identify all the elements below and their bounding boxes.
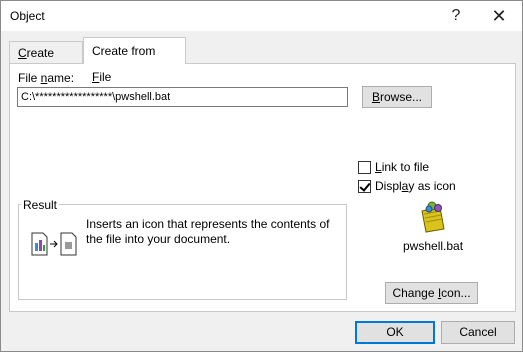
display-as-icon-label[interactable]: Display as icon xyxy=(375,179,456,193)
object-dialog: Object ? ✕ Create New Create from File F… xyxy=(0,0,523,352)
batch-file-icon xyxy=(418,201,448,236)
insert-as-icon-graphic-icon xyxy=(31,231,79,260)
link-to-file-label[interactable]: Link to file xyxy=(375,160,429,174)
display-as-icon-checkbox[interactable] xyxy=(358,180,371,193)
tab-create-new[interactable]: Create New xyxy=(9,41,83,82)
result-title: Result xyxy=(21,198,60,212)
title-bar: Object ? ✕ xyxy=(1,1,522,31)
result-description: Inserts an icon that represents the cont… xyxy=(86,217,330,246)
ok-button[interactable]: OK xyxy=(355,321,435,344)
link-to-file-checkbox[interactable] xyxy=(358,161,371,174)
browse-button[interactable]: Browse... xyxy=(362,86,432,108)
file-name-label: File name: xyxy=(18,71,75,85)
change-icon-button[interactable]: Change Icon... xyxy=(385,282,478,304)
file-name-input[interactable] xyxy=(17,87,348,107)
tab-create-from-file[interactable]: Create from File xyxy=(83,37,186,84)
help-button[interactable]: ? xyxy=(445,5,467,27)
close-button[interactable]: ✕ xyxy=(488,5,510,27)
icon-caption: pwshell.bat xyxy=(403,239,464,253)
window-title: Object xyxy=(10,9,45,23)
cancel-button[interactable]: Cancel xyxy=(441,321,515,344)
